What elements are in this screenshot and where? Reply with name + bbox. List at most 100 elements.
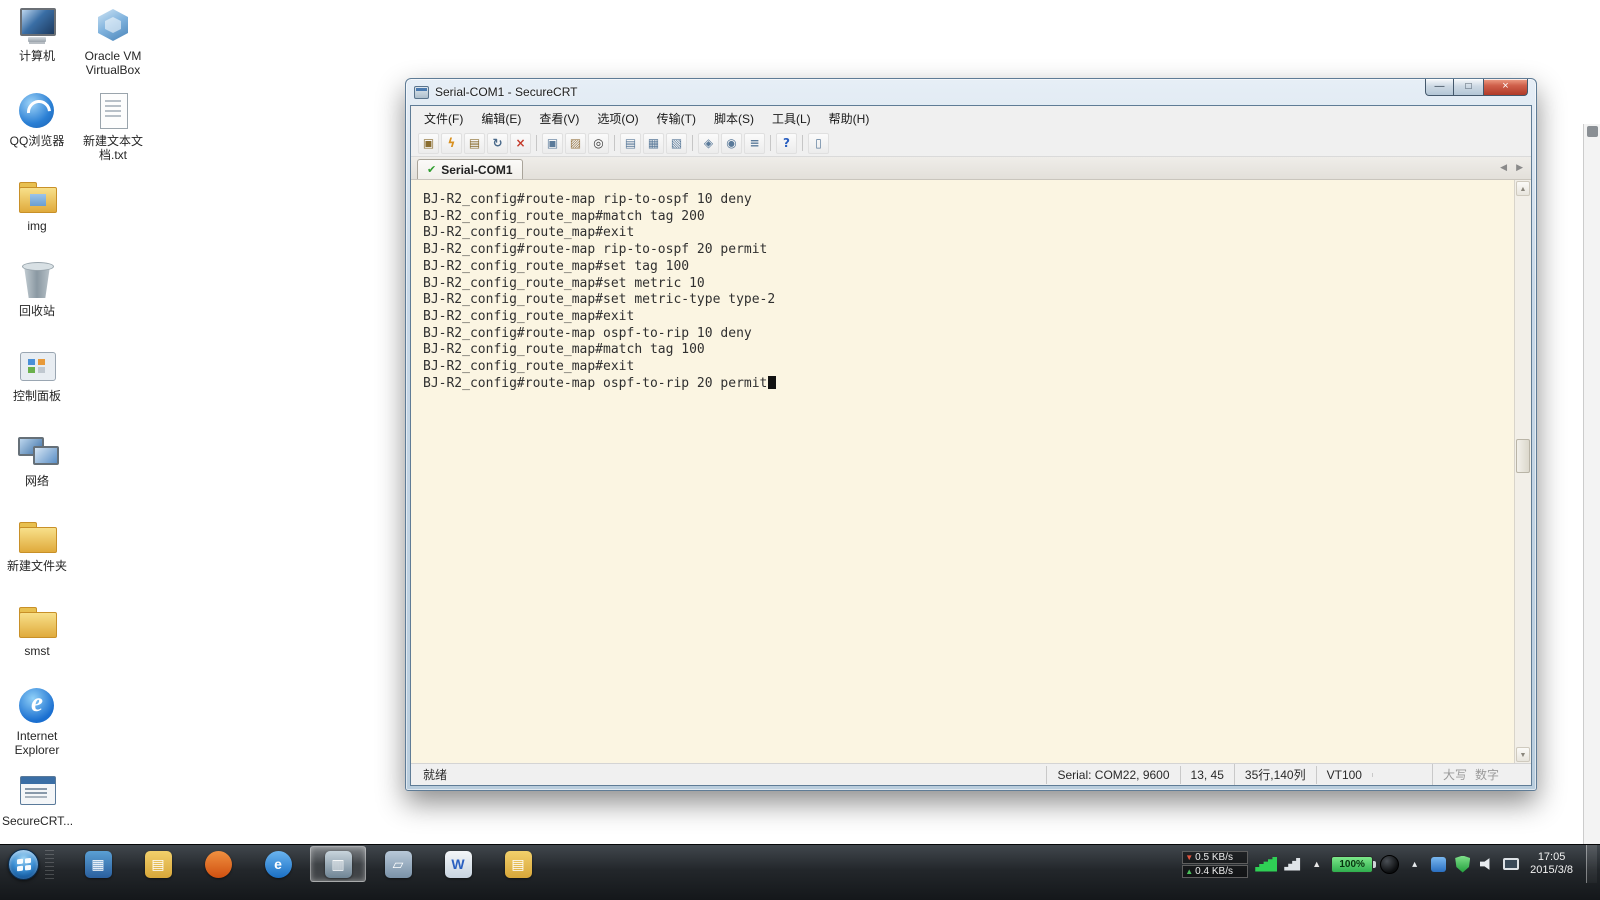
menu-item[interactable]: 工具(L) xyxy=(763,107,820,130)
tab-nav: ◀ ▶ xyxy=(1500,162,1523,173)
terminal-line: BJ-R2_config_route_map#exit xyxy=(423,308,635,324)
find-icon[interactable]: ◎ xyxy=(588,132,609,154)
connect-in-tab-icon[interactable]: ▤ xyxy=(464,132,485,154)
print-preview-icon[interactable]: ▧ xyxy=(666,132,687,154)
scroll-track[interactable] xyxy=(1515,197,1531,746)
battery-indicator[interactable]: 100% xyxy=(1331,855,1377,873)
paste-icon[interactable]: ▨ xyxy=(565,132,586,154)
tab-scroll-left-icon[interactable]: ◀ xyxy=(1500,162,1507,173)
toolbar-separator xyxy=(802,135,803,151)
menu-item[interactable]: 查看(V) xyxy=(530,107,588,130)
signal-bars-icon[interactable] xyxy=(1284,857,1301,871)
new-folder[interactable]: 新建文件夹 xyxy=(2,516,72,594)
smst-folder[interactable]: smst xyxy=(2,601,72,679)
vbox-icon xyxy=(92,6,134,46)
menu-item[interactable]: 传输(T) xyxy=(648,107,705,130)
traffic-graph-icon[interactable] xyxy=(1255,856,1278,872)
start-button[interactable] xyxy=(3,846,43,882)
terminal-scrollbar[interactable]: ▲ ▼ xyxy=(1514,180,1531,763)
txt-icon xyxy=(92,91,134,131)
download-arrow-icon: ▼ xyxy=(1185,852,1194,862)
computer-icon xyxy=(16,6,58,46)
folder-img-icon xyxy=(16,176,58,216)
connect-icon[interactable]: ▣ xyxy=(418,132,439,154)
help-icon[interactable]: ? xyxy=(776,132,797,154)
usb-eject-button[interactable]: ▴ xyxy=(1406,856,1423,873)
log-session-icon-glyph: ▤ xyxy=(624,136,637,150)
app-icon xyxy=(414,85,429,99)
qq-browser[interactable]: QQ浏览器 xyxy=(2,91,72,169)
menu-item[interactable]: 帮助(H) xyxy=(820,107,879,130)
status-cursor-position: 13, 45 xyxy=(1179,765,1234,784)
properties-icon[interactable]: ▯ xyxy=(808,132,829,154)
qq-icon xyxy=(16,91,58,131)
recycle-icon xyxy=(16,261,58,301)
terminal[interactable]: BJ-R2_config#route-map rip-to-ospf 10 de… xyxy=(411,180,1514,763)
virtualbox[interactable]: Oracle VM VirtualBox xyxy=(78,6,148,84)
desktop-icon-label: 网络 xyxy=(24,474,49,488)
menu-item[interactable]: 选项(O) xyxy=(588,107,647,130)
background-scrollbar-strip[interactable] xyxy=(1583,124,1600,846)
session-tab[interactable]: ✔ Serial-COM1 xyxy=(417,159,523,179)
print-icon[interactable]: ▦ xyxy=(643,132,664,154)
window-controls: — □ × xyxy=(1425,79,1528,96)
clock[interactable]: 17:05 2015/3/8 xyxy=(1526,851,1577,877)
scroll-down-icon[interactable]: ▼ xyxy=(1516,747,1530,762)
securecrt-shortcut[interactable]: SecureCRT... xyxy=(2,771,73,849)
img-folder[interactable]: img xyxy=(2,176,72,254)
explorer-folder[interactable]: ▤ xyxy=(490,846,546,882)
new-text-file[interactable]: 新建文本文档.txt xyxy=(78,91,148,169)
scroll-thumb[interactable] xyxy=(1516,438,1530,473)
securecrt-app[interactable]: ▥ xyxy=(310,846,366,882)
keymap-icon[interactable]: ≡ xyxy=(744,132,765,154)
network-status-button[interactable] xyxy=(1502,856,1519,873)
log-session-icon[interactable]: ▤ xyxy=(620,132,641,154)
volume-button[interactable] xyxy=(1478,856,1495,873)
tray-app-button[interactable] xyxy=(1430,856,1447,873)
ie-browser[interactable]: e xyxy=(250,846,306,882)
my-computer[interactable]: 计算机 xyxy=(2,6,72,84)
word-app[interactable]: W xyxy=(430,846,486,882)
firefox-browser[interactable] xyxy=(190,846,246,882)
terminal-line: BJ-R2_config#route-map ospf-to-rip 20 pe… xyxy=(423,375,1514,393)
show-desktop-button[interactable] xyxy=(1586,845,1597,883)
terminal-line: BJ-R2_config#route-map ospf-to-rip 10 de… xyxy=(423,325,752,341)
ime-icon[interactable] xyxy=(1380,854,1400,874)
remote-desktop-app[interactable]: ▦ xyxy=(70,846,126,882)
title-bar[interactable]: Serial-COM1 - SecureCRT — □ × xyxy=(406,79,1536,105)
securecrt-app-icon: ▥ xyxy=(324,850,352,878)
toolbar-separator xyxy=(614,135,615,151)
network-speed-widget[interactable]: ▼ 0.5 KB/s ▲ 0.4 KB/s xyxy=(1182,850,1249,878)
ie-icon xyxy=(16,686,58,726)
close-button[interactable]: × xyxy=(1483,79,1528,96)
taskbar: ▦ ▤ e ▥ ▱ W ▤ ▼ 0.5 KB/s ▲ 0.4 KB/s ▲ 100% ▴ xyxy=(0,844,1600,900)
hidden-icons-button[interactable]: ▲ xyxy=(1309,859,1324,869)
keymap-icon-glyph: ≡ xyxy=(749,136,760,150)
recycle-bin[interactable]: 回收站 xyxy=(2,261,72,339)
control-panel[interactable]: 控制面板 xyxy=(2,346,72,424)
copy-icon[interactable]: ▣ xyxy=(542,132,563,154)
network[interactable]: 网络 xyxy=(2,431,72,509)
desktop-icon-label: 回收站 xyxy=(18,304,55,318)
maximize-button[interactable]: □ xyxy=(1454,79,1483,96)
menu-item[interactable]: 编辑(E) xyxy=(472,107,530,130)
desktop-icon-label: smst xyxy=(24,644,50,658)
internet-explorer[interactable]: Internet Explorer xyxy=(2,686,72,764)
status-locks: 大写 数字 xyxy=(1431,764,1509,785)
session-options-icon[interactable]: ◈ xyxy=(698,132,719,154)
menu-item[interactable]: 脚本(S) xyxy=(705,107,763,130)
tab-scroll-right-icon[interactable]: ▶ xyxy=(1516,162,1523,173)
menu-item[interactable]: 文件(F) xyxy=(415,107,472,130)
security-button[interactable] xyxy=(1454,855,1471,873)
global-options-icon[interactable]: ◉ xyxy=(721,132,742,154)
quick-connect-icon[interactable]: ϟ xyxy=(441,132,462,154)
notepad-app[interactable]: ▱ xyxy=(370,846,426,882)
battery-percent: 100% xyxy=(1339,858,1365,870)
network-display-icon xyxy=(1502,858,1519,870)
libraries-folder[interactable]: ▤ xyxy=(130,846,186,882)
desktop-icons-column-1: 计算机 QQ浏览器 img 回收站控制面板网络新建文件夹 smst Internet Ex… xyxy=(2,6,73,856)
disconnect-icon[interactable]: × xyxy=(510,132,531,154)
scroll-up-icon[interactable]: ▲ xyxy=(1516,181,1530,196)
reconnect-icon[interactable]: ↻ xyxy=(487,132,508,154)
minimize-button[interactable]: — xyxy=(1425,79,1454,96)
